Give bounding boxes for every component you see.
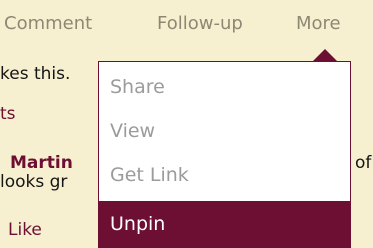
post-snippet: looks gr: [0, 172, 68, 192]
author-name[interactable]: Martin: [10, 153, 73, 173]
likes-text: kes this.: [0, 64, 71, 84]
more-dropdown-menu: Share View Get Link Unpin: [98, 61, 351, 248]
follow-up-link[interactable]: Follow-up: [157, 13, 243, 34]
section-text: ts: [0, 104, 16, 124]
menu-item-share[interactable]: Share: [99, 65, 351, 109]
comment-link[interactable]: Comment: [4, 13, 92, 34]
menu-item-view[interactable]: View: [99, 109, 351, 153]
more-link[interactable]: More: [296, 13, 341, 34]
menu-item-unpin[interactable]: Unpin: [99, 201, 351, 248]
author-suffix-text: of: [355, 153, 372, 173]
menu-item-get-link[interactable]: Get Link: [99, 153, 351, 197]
like-link[interactable]: Like: [8, 220, 42, 240]
action-toolbar: Comment Follow-up More: [0, 0, 373, 46]
